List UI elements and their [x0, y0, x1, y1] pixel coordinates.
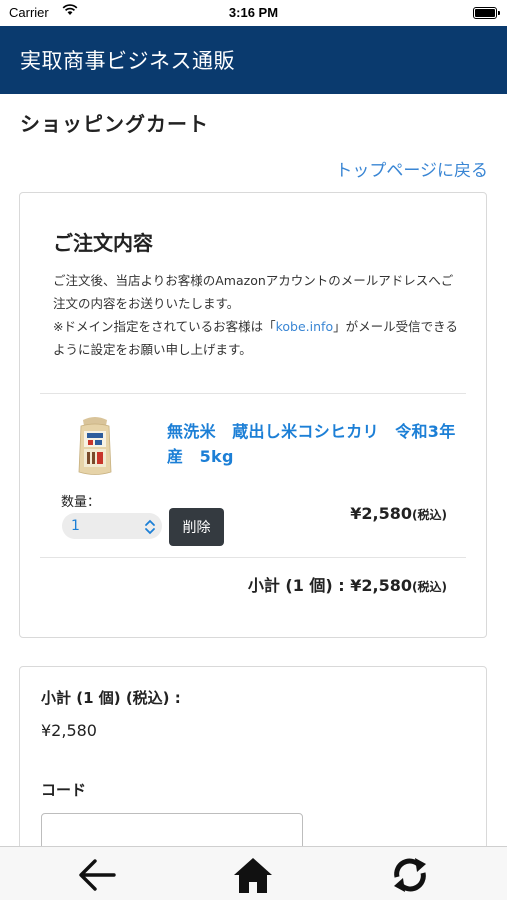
battery-icon: [473, 7, 500, 19]
reload-icon[interactable]: [389, 855, 431, 895]
quantity-label: 数量：: [61, 495, 101, 510]
summary-amount: ¥2,580: [41, 721, 97, 740]
home-icon[interactable]: [232, 855, 274, 895]
page-title: ショッピングカート: [20, 112, 209, 136]
notice-text-1: ご注文後、当店よりお客様のAmazonアカウントのメールアドレスへご注文の内容を…: [53, 273, 454, 311]
delete-button[interactable]: 削除: [169, 508, 224, 546]
order-heading: ご注文内容: [53, 231, 153, 255]
divider: [40, 393, 466, 394]
divider: [40, 557, 466, 558]
site-title: 実取商事ビジネス通販: [20, 49, 235, 73]
summary-card: 小計 (1 個) (税込) : ¥2,580 コード: [19, 666, 487, 846]
code-label: コード: [41, 781, 87, 799]
subtotal-text: 小計 (1 個) : ¥2,580: [247, 576, 413, 595]
order-subtotal: 小計 (1 個) : ¥2,580(税込): [248, 572, 447, 596]
quantity-select[interactable]: 1: [62, 513, 162, 539]
product-name-link[interactable]: 無洗米 蔵出し米コシヒカリ 令和3年産 5kg: [167, 419, 457, 469]
notice-domain-link[interactable]: kobe.info: [276, 319, 333, 334]
main-content[interactable]: ショッピングカート トップページに戻る ご注文内容 ご注文後、当店よりお客様のA…: [0, 94, 507, 846]
status-bar: Carrier 3:16 PM: [0, 0, 507, 26]
clock: 3:16 PM: [228, 5, 279, 20]
order-notice: ご注文後、当店よりお客様のAmazonアカウントのメールアドレスへご注文の内容を…: [53, 269, 461, 361]
bottom-toolbar: [0, 846, 507, 900]
top-page-link[interactable]: トップページに戻る: [335, 156, 488, 181]
summary-subtotal-label: 小計 (1 個) (税込) :: [41, 689, 181, 707]
code-input[interactable]: [41, 813, 303, 846]
chevron-up-down-icon: [144, 518, 156, 544]
item-price-tax: (税込): [412, 508, 447, 522]
notice-text-2-pre: ※ドメイン指定をされているお客様は「: [53, 319, 276, 334]
app-header: 実取商事ビジネス通販: [0, 26, 507, 94]
order-card: ご注文内容 ご注文後、当店よりお客様のAmazonアカウントのメールアドレスへご…: [19, 192, 487, 638]
quantity-value: 1: [71, 518, 80, 534]
item-price-value: ¥2,580: [350, 504, 413, 523]
item-price: ¥2,580(税込): [350, 504, 447, 523]
subtotal-tax: (税込): [412, 580, 447, 594]
product-image-rice-bag-icon[interactable]: [75, 414, 115, 478]
back-arrow-icon[interactable]: [76, 855, 118, 895]
